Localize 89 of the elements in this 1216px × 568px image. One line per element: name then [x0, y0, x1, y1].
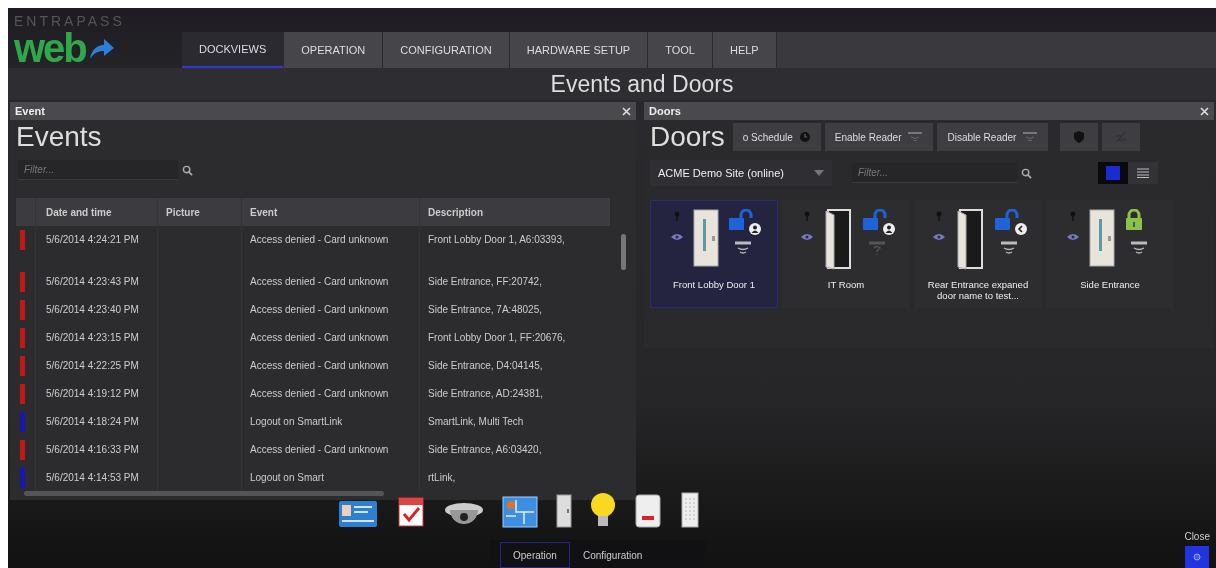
search-icon [182, 164, 193, 176]
eye-icon [933, 233, 945, 241]
search-icon [1020, 167, 1032, 179]
keypad-icon[interactable] [680, 492, 700, 528]
table-cell: rtLink, [428, 472, 456, 483]
table-cell: 5/6/2014 4:22:25 PM [46, 360, 139, 371]
shield-icon [1073, 130, 1086, 144]
table-cell: 5/6/2014 4:19:12 PM [46, 388, 139, 399]
list-view-button[interactable] [1127, 162, 1158, 184]
table-cell: Access denied - Card unknown [250, 388, 389, 399]
column-header[interactable]: Event [242, 198, 420, 226]
action-button[interactable]: o Schedule [732, 123, 821, 151]
light-bulb-icon[interactable] [590, 492, 616, 528]
table-cell: Side Entrance, A6:03420, [428, 444, 542, 455]
table-cell: Side Entrance, AD:24381, [428, 388, 544, 399]
bottom-tab[interactable]: Operation [500, 542, 570, 568]
table-cell: Access denied - Card unknown [250, 304, 389, 315]
menu-tab[interactable]: HARDWARE SETUP [509, 32, 649, 68]
clock-icon [798, 131, 811, 143]
column-header[interactable]: Description [420, 198, 610, 226]
page-title: Events and Doors [549, 70, 734, 98]
scrollbar-thumb[interactable] [621, 234, 626, 270]
caret-icon [813, 170, 824, 176]
action-button[interactable]: Disable Reader [937, 123, 1049, 151]
table-cell: Access denied - Card unknown [250, 276, 389, 287]
table-cell: 5/6/2014 4:14:53 PM [46, 472, 139, 483]
door-name: Rear Entrance expaned door name to test... [926, 278, 1030, 301]
filter-field[interactable]: Filter... [18, 160, 178, 180]
eye-icon [801, 233, 813, 241]
eye-icon [1067, 233, 1079, 241]
calendar-icon[interactable] [396, 496, 426, 528]
close-icon [1192, 552, 1203, 562]
panel-heading: Events [15, 120, 103, 154]
table-cell: Access denied - Card unknown [250, 332, 389, 343]
table-cell: Front Lobby Door 1, FF:20676, [428, 332, 566, 343]
list-icon [1136, 168, 1149, 178]
menu-tab[interactable]: OPERATION [284, 32, 384, 68]
table-cell: Side Entrance, D4:04145, [428, 360, 543, 371]
panel-heading: Doors [650, 121, 725, 153]
site-dropdown[interactable]: ACME Demo Site (online) [650, 160, 832, 186]
column-header[interactable]: Date and time [36, 198, 158, 226]
door-name: IT Room [826, 278, 866, 290]
door-icon[interactable] [556, 494, 572, 528]
close-icon[interactable] [1200, 106, 1209, 116]
door-name: Front Lobby Door 1 [672, 278, 756, 290]
table-cell: 5/6/2014 4:24:21 PM [46, 234, 139, 245]
table-cell: Access denied - Card unknown [250, 444, 389, 455]
grid-icon [1105, 166, 1120, 180]
logo-caption: ENTRAPASS [14, 14, 126, 28]
column-header[interactable]: Picture [158, 198, 242, 226]
table-cell: 5/6/2014 4:23:43 PM [46, 276, 139, 287]
table-cell: 5/6/2014 4:18:24 PM [46, 416, 139, 427]
table-cell: SmartLink, Multi Tech [428, 416, 524, 427]
filter-field[interactable]: Filter... [851, 163, 1017, 183]
pin-icon [1070, 211, 1076, 221]
id-card-icon[interactable] [338, 500, 378, 528]
pin-icon [936, 211, 942, 221]
table-cell: 5/6/2014 4:23:15 PM [46, 332, 139, 343]
eye-icon [671, 233, 683, 241]
close-icon[interactable] [622, 106, 631, 116]
motion-sensor-icon[interactable] [634, 494, 662, 528]
table-cell: Side Entrance, FF:20742, [428, 276, 542, 287]
table-cell: 5/6/2014 4:16:33 PM [46, 444, 139, 455]
table-cell: Access denied - Card unknown [250, 360, 389, 371]
close-button[interactable] [1185, 546, 1210, 568]
panel-caption: Doors [649, 105, 681, 117]
table-cell: 5/6/2014 4:23:40 PM [46, 304, 139, 315]
table-cell: Side Entrance, 7A:48025, [428, 304, 542, 315]
menu-tab[interactable]: CONFIGURATION [383, 32, 510, 68]
action-button[interactable]: Enable Reader [824, 123, 934, 151]
table-cell: Access denied - Card unknown [250, 234, 389, 245]
bottom-tab[interactable]: Configuration [569, 542, 656, 568]
panel-caption: Event [15, 105, 45, 117]
table-cell: Logout on SmartLink [250, 416, 343, 427]
pin-icon [674, 211, 680, 221]
logo-text: web [14, 28, 86, 68]
menu-tab[interactable]: HELP [712, 32, 777, 68]
table-cell: Front Lobby Door 1, A6:03393, [428, 234, 565, 245]
floor-plan-icon[interactable] [502, 496, 538, 528]
door-name: Side Entrance [1079, 278, 1141, 290]
close-label: Close [1184, 531, 1210, 542]
menu-tab[interactable]: TOOL [648, 32, 713, 68]
reader-icon [1022, 131, 1039, 143]
reader-icon [907, 131, 924, 143]
scrollbar-thumb[interactable] [24, 491, 384, 496]
menu-tab[interactable]: DOCKVIEWS [182, 32, 285, 68]
door-card[interactable]: Front Lobby Door 1 [650, 200, 778, 308]
table-cell: Logout on Smart [250, 472, 324, 483]
pin-icon [804, 211, 810, 221]
